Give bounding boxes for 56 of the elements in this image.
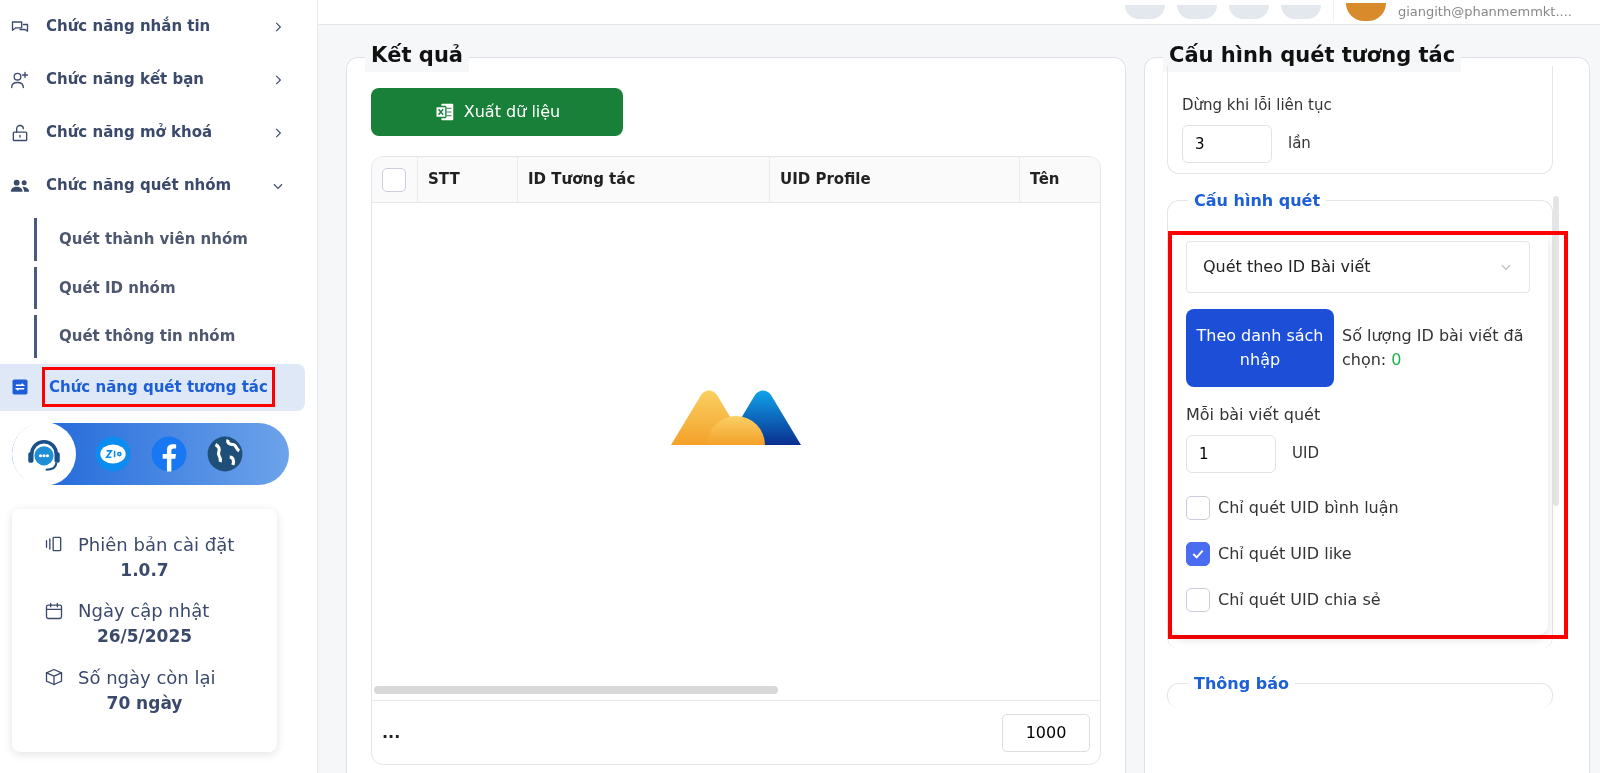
info-label: Số ngày còn lại xyxy=(78,665,216,690)
header-button[interactable] xyxy=(1124,5,1165,19)
box-icon xyxy=(44,667,64,687)
sidebar-item[interactable]: Chức năng mở khoá xyxy=(0,106,305,159)
info-value: 26/5/2025 xyxy=(95,625,194,648)
calendar-icon xyxy=(44,600,64,621)
header-button[interactable] xyxy=(1280,5,1321,19)
column-header[interactable]: UID Profile xyxy=(770,157,1020,202)
import-list-button[interactable]: Theo danh sách nhập xyxy=(1186,308,1334,387)
panel-title: Cấu hình quét tương tác xyxy=(1163,40,1462,72)
number-field[interactable]: 3 xyxy=(1182,124,1272,163)
export-button[interactable]: Xuất dữ liệu xyxy=(371,88,623,136)
checkbox-label[interactable]: Chỉ quét UID bình luận xyxy=(1218,495,1399,520)
page-size-field[interactable]: 1000 xyxy=(1002,713,1090,752)
highlight-frame: Chức năng quét tương tác xyxy=(42,366,275,408)
sidebar-subitem[interactable]: Quét thành viên nhóm xyxy=(34,218,305,261)
info-label: Ngày cập nhật xyxy=(78,599,210,623)
scrollbar-thumb[interactable] xyxy=(1553,196,1559,506)
footer-text: ... xyxy=(382,721,401,744)
unit-label: lần xyxy=(1288,133,1311,155)
sidebar-subitem[interactable]: Quét thông tin nhóm xyxy=(34,315,305,358)
checkbox-label[interactable]: Chỉ quét UID like xyxy=(1218,541,1352,566)
sidebar-item[interactable]: Chức năng quét tương tác xyxy=(0,363,305,411)
selected-count-text: Số lượng ID bài viết đã chọn: 0 xyxy=(1342,324,1525,371)
checkbox-label[interactable]: Chỉ quét UID chia sẻ xyxy=(1218,587,1381,612)
user-plus-icon xyxy=(10,69,30,90)
column-header[interactable]: STT xyxy=(418,157,518,202)
panel-title: Kết quả xyxy=(365,40,470,72)
info-label: Phiên bản cài đặt xyxy=(78,532,235,557)
spreadsheet-icon xyxy=(433,101,456,123)
scrollbar-thumb[interactable] xyxy=(374,686,778,694)
unit-label: UID xyxy=(1292,443,1319,465)
mode-dropdown[interactable]: Quét theo ID Bài viết xyxy=(1186,240,1530,293)
select-all-checkbox[interactable] xyxy=(382,167,406,192)
sidebar-item[interactable]: Chức năng kết bạn xyxy=(0,53,305,106)
column-header[interactable]: Tên xyxy=(1020,157,1100,202)
repeat-icon xyxy=(10,377,30,397)
header-button[interactable] xyxy=(1176,5,1217,19)
facebook-icon[interactable] xyxy=(150,434,188,473)
info-value: 1.0.7 xyxy=(119,558,170,582)
user-email: giangith@phanmemmkt.... xyxy=(1397,3,1572,22)
globe-icon[interactable] xyxy=(206,434,244,473)
column-header[interactable]: ID Tương tác xyxy=(518,157,770,202)
sidebar-item[interactable]: Chức năng quét nhóm xyxy=(0,159,305,212)
header-button[interactable] xyxy=(1228,5,1269,19)
number-field[interactable]: 1 xyxy=(1186,434,1276,473)
avatar[interactable] xyxy=(1345,3,1386,21)
zalo-icon[interactable] xyxy=(94,434,132,473)
field-label: Dừng khi lỗi liên tục xyxy=(1182,95,1333,116)
layers-icon xyxy=(44,534,64,554)
sidebar-item[interactable]: Chức năng nhắn tin xyxy=(0,0,305,53)
info-value: 70 ngày xyxy=(105,691,184,715)
field-label: Mỗi bài viết quét xyxy=(1186,403,1322,426)
sidebar-subitem[interactable]: Quét ID nhóm xyxy=(34,266,305,309)
checkbox[interactable] xyxy=(1186,541,1210,566)
padlock-icon xyxy=(10,122,30,143)
